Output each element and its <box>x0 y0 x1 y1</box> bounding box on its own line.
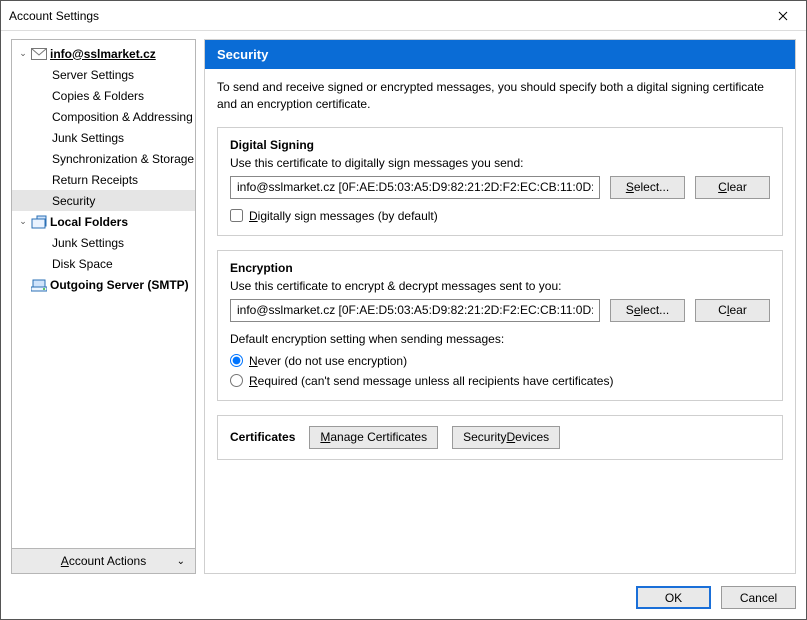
panel-body: To send and receive signed or encrypted … <box>205 69 795 472</box>
encryption-group: Encryption Use this certificate to encry… <box>217 250 783 401</box>
tree-label: Outgoing Server (SMTP) <box>50 278 189 292</box>
tree-item-smtp[interactable]: Outgoing Server (SMTP) <box>12 274 195 295</box>
digitally-sign-checkbox-row[interactable]: Digitally sign messages (by default) <box>230 209 770 223</box>
account-tree[interactable]: ⌄ info@sslmarket.cz Server Settings Copi… <box>11 39 196 548</box>
signing-clear-button[interactable]: Clear <box>695 176 770 199</box>
security-devices-button[interactable]: Security Devices <box>452 426 560 449</box>
encryption-required-row[interactable]: Required (can't send message unless all … <box>230 374 770 388</box>
group-title: Encryption <box>230 261 770 275</box>
cancel-button[interactable]: Cancel <box>721 586 796 609</box>
tree-item-disk-space[interactable]: Disk Space <box>12 253 195 274</box>
account-settings-window: Account Settings ⌄ info@sslmarket.cz Ser… <box>0 0 807 620</box>
encryption-cert-input[interactable] <box>230 299 600 322</box>
encryption-never-radio[interactable] <box>230 354 243 367</box>
radio-label: Required (can't send message unless all … <box>249 374 613 388</box>
titlebar: Account Settings <box>1 1 806 31</box>
panel-header: Security <box>205 40 795 69</box>
encryption-clear-button[interactable]: Clear <box>695 299 770 322</box>
signing-select-button[interactable]: Select... <box>610 176 685 199</box>
account-actions-label: Account Actions <box>61 554 146 568</box>
tree-item-composition[interactable]: Composition & Addressing <box>12 106 195 127</box>
dialog-footer: OK Cancel <box>11 582 796 609</box>
folder-icon <box>31 214 47 230</box>
mail-icon <box>31 46 47 62</box>
expand-icon[interactable]: ⌄ <box>18 48 28 59</box>
group-title: Digital Signing <box>230 138 770 152</box>
digitally-sign-checkbox[interactable] <box>230 209 243 222</box>
tree-item-local-folders[interactable]: ⌄ Local Folders <box>12 211 195 232</box>
dialog-body: ⌄ info@sslmarket.cz Server Settings Copi… <box>1 31 806 619</box>
encryption-never-row[interactable]: Never (do not use encryption) <box>230 354 770 368</box>
tree-item-junk[interactable]: Junk Settings <box>12 127 195 148</box>
tree-item-account[interactable]: ⌄ info@sslmarket.cz <box>12 43 195 64</box>
radio-label: Never (do not use encryption) <box>249 354 407 368</box>
encryption-default-label: Default encryption setting when sending … <box>230 332 770 346</box>
group-subtitle: Use this certificate to encrypt & decryp… <box>230 279 770 293</box>
sidebar: ⌄ info@sslmarket.cz Server Settings Copi… <box>11 39 196 574</box>
chevron-down-icon: ⌄ <box>177 556 185 567</box>
encryption-select-button[interactable]: Select... <box>610 299 685 322</box>
server-icon <box>31 277 47 293</box>
certificates-group: Certificates Manage Certificates Securit… <box>217 415 783 460</box>
tree-item-return-receipts[interactable]: Return Receipts <box>12 169 195 190</box>
checkbox-label: Digitally sign messages (by default) <box>249 209 438 223</box>
window-title: Account Settings <box>9 9 760 23</box>
account-actions-button[interactable]: Account Actions ⌄ <box>11 548 196 574</box>
tree-item-local-junk[interactable]: Junk Settings <box>12 232 195 253</box>
tree-item-security[interactable]: Security <box>12 190 195 211</box>
tree-item-server-settings[interactable]: Server Settings <box>12 64 195 85</box>
intro-text: To send and receive signed or encrypted … <box>217 79 783 113</box>
tree-item-sync-storage[interactable]: Synchronization & Storage <box>12 148 195 169</box>
manage-certificates-button[interactable]: Manage Certificates <box>309 426 438 449</box>
ok-button[interactable]: OK <box>636 586 711 609</box>
tree-label: Local Folders <box>50 215 128 229</box>
content-panel: Security To send and receive signed or e… <box>204 39 796 574</box>
group-subtitle: Use this certificate to digitally sign m… <box>230 156 770 170</box>
expand-icon[interactable]: ⌄ <box>18 216 28 227</box>
close-icon <box>778 11 788 21</box>
tree-label: info@sslmarket.cz <box>50 47 156 61</box>
encryption-required-radio[interactable] <box>230 374 243 387</box>
certificates-title: Certificates <box>230 430 295 444</box>
close-button[interactable] <box>760 1 806 31</box>
digital-signing-group: Digital Signing Use this certificate to … <box>217 127 783 236</box>
signing-cert-input[interactable] <box>230 176 600 199</box>
tree-item-copies-folders[interactable]: Copies & Folders <box>12 85 195 106</box>
main-row: ⌄ info@sslmarket.cz Server Settings Copi… <box>11 39 796 574</box>
